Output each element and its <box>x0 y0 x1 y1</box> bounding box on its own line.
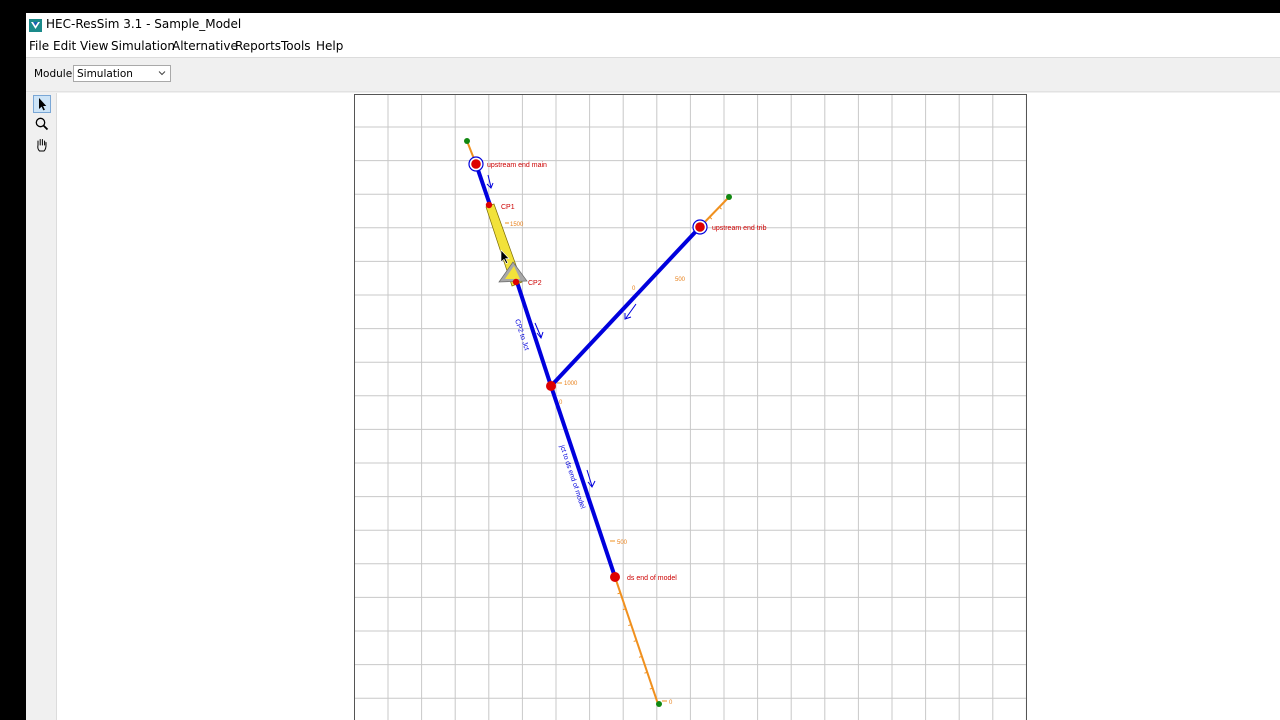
cp1-node[interactable] <box>485 201 493 209</box>
module-label: Module: <box>34 68 76 80</box>
chevron-down-icon <box>158 71 166 76</box>
station-label: 0 <box>632 286 636 292</box>
menu-reports[interactable]: Reports <box>235 39 281 53</box>
zoom-tool-button[interactable] <box>33 115 51 133</box>
upstream-trib-label: upstream end trib <box>712 225 767 232</box>
map-toolbar <box>26 93 57 720</box>
reach-cp2-to-jct-label: CP2 to Jct <box>513 318 530 351</box>
upstream-trib-node-dot <box>695 222 705 232</box>
application-window: HEC-ResSim 3.1 - Sample_Model File Edit … <box>26 13 1280 720</box>
module-value: Simulation <box>77 68 133 80</box>
menu-simulation[interactable]: Simulation <box>111 39 175 53</box>
cp1-label: CP1 <box>501 204 515 211</box>
station-label: 0 <box>669 700 673 706</box>
magnifier-icon <box>35 117 49 131</box>
reach-jct-to-ds[interactable] <box>549 385 617 578</box>
menu-view[interactable]: View <box>80 39 108 53</box>
station-label: 500 <box>675 277 686 283</box>
flow-arrow-icon <box>586 469 596 488</box>
schematic-map[interactable]: upstream end main CP1 CP2 upstream end t… <box>57 93 1280 720</box>
cp2-label: CP2 <box>528 280 542 287</box>
station-label: 1500 <box>510 222 524 228</box>
module-select[interactable]: Simulation <box>73 65 171 82</box>
hand-icon <box>37 139 47 152</box>
ds-end-node[interactable] <box>610 572 620 582</box>
main-upstream-endpoint <box>464 138 470 144</box>
select-tool-button[interactable] <box>33 95 51 113</box>
trib-station-ticks <box>709 206 722 220</box>
station-label: 500 <box>617 540 628 546</box>
app-icon <box>29 19 42 32</box>
station-label: 1000 <box>564 381 578 387</box>
trib-upstream-endpoint <box>726 194 732 200</box>
menu-help[interactable]: Help <box>316 39 343 53</box>
title-bar: HEC-ResSim 3.1 - Sample_Model <box>26 13 1280 37</box>
module-bar: Module: Simulation <box>26 59 1280 92</box>
menu-file[interactable]: File <box>29 39 49 53</box>
arrow-pointer-icon <box>39 98 47 111</box>
cp2-node[interactable] <box>512 278 520 286</box>
menu-alternative[interactable]: Alternative <box>172 39 238 53</box>
menu-bar: File Edit View Simulation Alternative Re… <box>26 37 1280 58</box>
flow-arrow-icon <box>486 174 494 189</box>
menu-tools[interactable]: Tools <box>281 39 311 53</box>
station-label: 0 <box>559 400 563 406</box>
upstream-main-label: upstream end main <box>487 162 547 169</box>
menu-edit[interactable]: Edit <box>53 39 76 53</box>
window-title: HEC-ResSim 3.1 - Sample_Model <box>46 17 242 31</box>
upstream-main-node-dot <box>471 159 481 169</box>
map-grid <box>355 95 1027 720</box>
downstream-endpoint <box>656 701 662 707</box>
pan-tool-button[interactable] <box>33 136 51 154</box>
junction-node[interactable] <box>546 381 556 391</box>
map-workspace[interactable]: upstream end main CP1 CP2 upstream end t… <box>57 93 1280 720</box>
ds-end-label: ds end of model <box>627 575 677 582</box>
